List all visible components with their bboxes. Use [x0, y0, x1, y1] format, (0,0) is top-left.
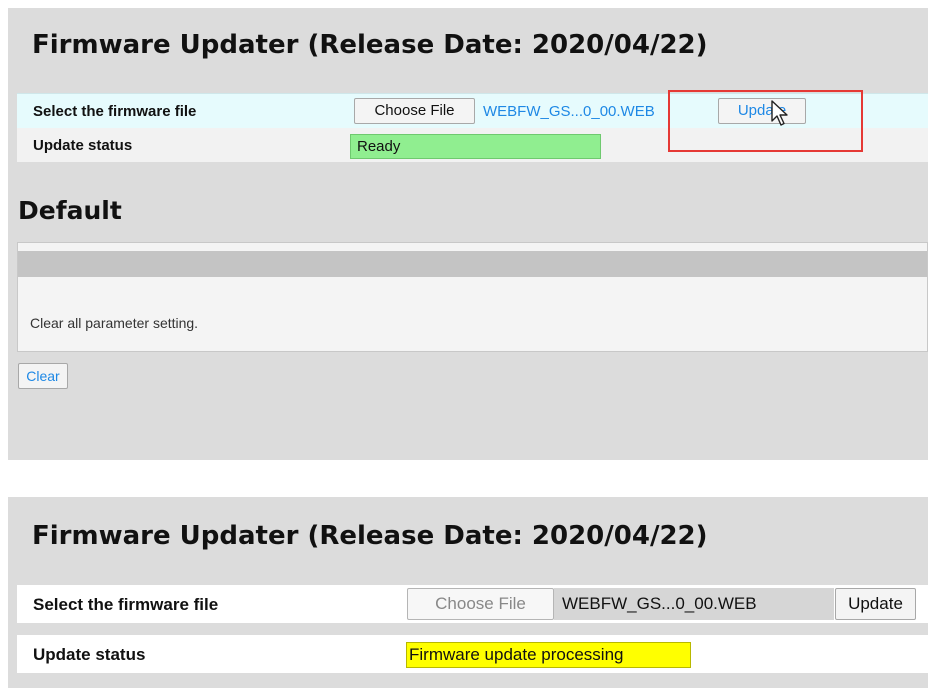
update-status-label: Update status	[33, 137, 133, 154]
page-title: Firmware Updater (Release Date: 2020/04/…	[32, 521, 708, 551]
clear-button[interactable]: Clear	[18, 363, 68, 389]
default-section-heading: Default	[18, 196, 122, 225]
default-section-box: Clear all parameter setting.	[17, 242, 928, 352]
select-firmware-label: Select the firmware file	[33, 103, 197, 120]
default-section-header-bar	[18, 251, 927, 277]
update-status-row: Update status Firmware update processing	[17, 635, 928, 673]
select-firmware-row: Select the firmware file Choose File WEB…	[17, 585, 928, 623]
selected-file-name: WEBFW_GS...0_00.WEB	[554, 588, 834, 620]
update-status-label: Update status	[33, 645, 146, 664]
selected-file-name: WEBFW_GS...0_00.WEB	[483, 103, 655, 120]
page-title: Firmware Updater (Release Date: 2020/04/…	[32, 30, 708, 60]
default-section-description: Clear all parameter setting.	[30, 315, 199, 331]
firmware-updater-panel-bottom: Firmware Updater (Release Date: 2020/04/…	[8, 497, 928, 688]
status-badge: Ready	[350, 134, 601, 159]
update-button-highlight	[668, 90, 863, 152]
update-button[interactable]: Update	[835, 588, 916, 620]
select-firmware-label: Select the firmware file	[33, 595, 219, 614]
firmware-updater-panel-top: Firmware Updater (Release Date: 2020/04/…	[8, 8, 928, 460]
status-badge: Firmware update processing	[406, 642, 691, 668]
mouse-pointer-icon	[771, 100, 788, 126]
choose-file-button[interactable]: Choose File	[354, 98, 475, 124]
choose-file-button[interactable]: Choose File	[407, 588, 554, 620]
